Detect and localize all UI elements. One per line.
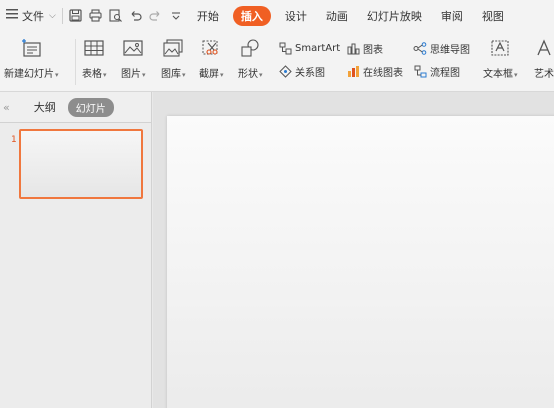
tab-outline[interactable]: 大纲 [34, 99, 56, 115]
online-chart-label: 在线图表 [363, 68, 403, 79]
textbox-label: 文本框 [483, 69, 513, 80]
redo-icon[interactable] [149, 9, 163, 23]
art-text-icon [533, 37, 554, 59]
save-icon[interactable] [69, 9, 83, 23]
tab-view[interactable]: 视图 [482, 8, 504, 24]
slide-thumbnail[interactable] [19, 129, 143, 199]
print-icon[interactable] [89, 9, 103, 23]
textbox-button[interactable]: 文本框▾ [483, 37, 518, 80]
tab-slideshow[interactable]: 幻灯片放映 [367, 8, 422, 24]
gallery-button[interactable]: 图库▾ [161, 37, 186, 80]
art-text-label: 艺术 [534, 69, 554, 80]
shape-button[interactable]: 形状▾ [238, 37, 263, 80]
tab-animation[interactable]: 动画 [326, 8, 348, 24]
screenshot-label: 截屏 [199, 69, 219, 80]
screenshot-button[interactable]: 截屏▾ [199, 37, 224, 80]
new-slide-icon [20, 37, 42, 59]
gallery-label: 图库 [161, 69, 181, 80]
slides-panel: « 大纲 幻灯片 1 [0, 92, 152, 408]
customize-toolbar-icon[interactable] [169, 9, 183, 23]
mindmap-button[interactable]: 思维导图 [413, 41, 470, 56]
quick-access-toolbar [69, 9, 183, 23]
tab-insert[interactable]: 插入 [232, 5, 271, 26]
relation-button[interactable]: 关系图 [278, 64, 325, 79]
tab-slides[interactable]: 幻灯片 [67, 97, 114, 117]
slide-editor-area [153, 92, 554, 408]
relation-icon [278, 65, 292, 79]
dropdown-arrow-icon: ▾ [103, 71, 107, 79]
flowchart-icon [413, 65, 427, 79]
scissors-icon [200, 37, 222, 59]
undo-icon[interactable] [129, 9, 143, 23]
textbox-icon [489, 37, 511, 59]
tab-design[interactable]: 设计 [285, 8, 307, 24]
dropdown-arrow-icon: ▾ [142, 71, 146, 79]
dropdown-arrow-icon: ▾ [182, 71, 186, 79]
tab-review[interactable]: 审阅 [441, 8, 463, 24]
chart-label: 图表 [363, 45, 383, 56]
file-menu-label: 文件 [22, 9, 44, 23]
shapes-icon [239, 37, 261, 59]
file-menu[interactable]: 文件 ⌵ [0, 0, 56, 31]
chevron-down-icon: ⌵ [49, 10, 56, 21]
slide-number: 1 [11, 135, 17, 145]
dropdown-arrow-icon: ▾ [514, 71, 518, 79]
menu-bar: 文件 ⌵ 开始 插入 设计 动画 幻灯片放映 审阅 视图 [0, 0, 554, 31]
tab-home[interactable]: 开始 [197, 8, 219, 24]
ribbon-insert: 新建幻灯片▾ 表格▾ 图片▾ 图库▾ 截屏▾ 形状▾ SmartArt 关系图 … [0, 31, 554, 92]
flowchart-button[interactable]: 流程图 [413, 64, 460, 79]
mindmap-icon [413, 42, 427, 56]
table-button[interactable]: 表格▾ [82, 37, 107, 80]
online-chart-icon [346, 65, 360, 79]
picture-button[interactable]: 图片▾ [121, 37, 146, 80]
mindmap-label: 思维导图 [430, 45, 470, 56]
art-text-button[interactable]: 艺术 [533, 37, 554, 80]
panel-tabs: « 大纲 幻灯片 [0, 92, 151, 123]
divider [75, 39, 76, 85]
table-label: 表格 [82, 69, 102, 80]
new-slide-label: 新建幻灯片 [4, 69, 54, 80]
dropdown-arrow-icon: ▾ [55, 71, 59, 79]
slide-canvas[interactable] [167, 116, 554, 408]
shape-label: 形状 [238, 69, 258, 80]
hamburger-icon [6, 9, 18, 22]
bar-chart-icon [346, 42, 360, 56]
online-chart-button[interactable]: 在线图表 [346, 64, 403, 79]
gallery-icon [162, 37, 184, 59]
smartart-label: SmartArt [295, 42, 341, 54]
ribbon-tabs: 开始 插入 设计 动画 幻灯片放映 审阅 视图 [197, 5, 523, 26]
new-slide-button[interactable]: 新建幻灯片▾ [4, 37, 59, 80]
picture-icon [122, 37, 144, 59]
smartart-icon [278, 41, 292, 55]
print-preview-icon[interactable] [109, 9, 123, 23]
flowchart-label: 流程图 [430, 68, 460, 79]
chart-button[interactable]: 图表 [346, 41, 383, 56]
smartart-button[interactable]: SmartArt [278, 41, 340, 55]
table-icon [83, 37, 105, 59]
relation-label: 关系图 [295, 68, 325, 79]
divider [61, 7, 63, 24]
collapse-panel-icon[interactable]: « [3, 101, 10, 114]
dropdown-arrow-icon: ▾ [259, 71, 263, 79]
picture-label: 图片 [121, 69, 141, 80]
dropdown-arrow-icon: ▾ [220, 71, 224, 79]
